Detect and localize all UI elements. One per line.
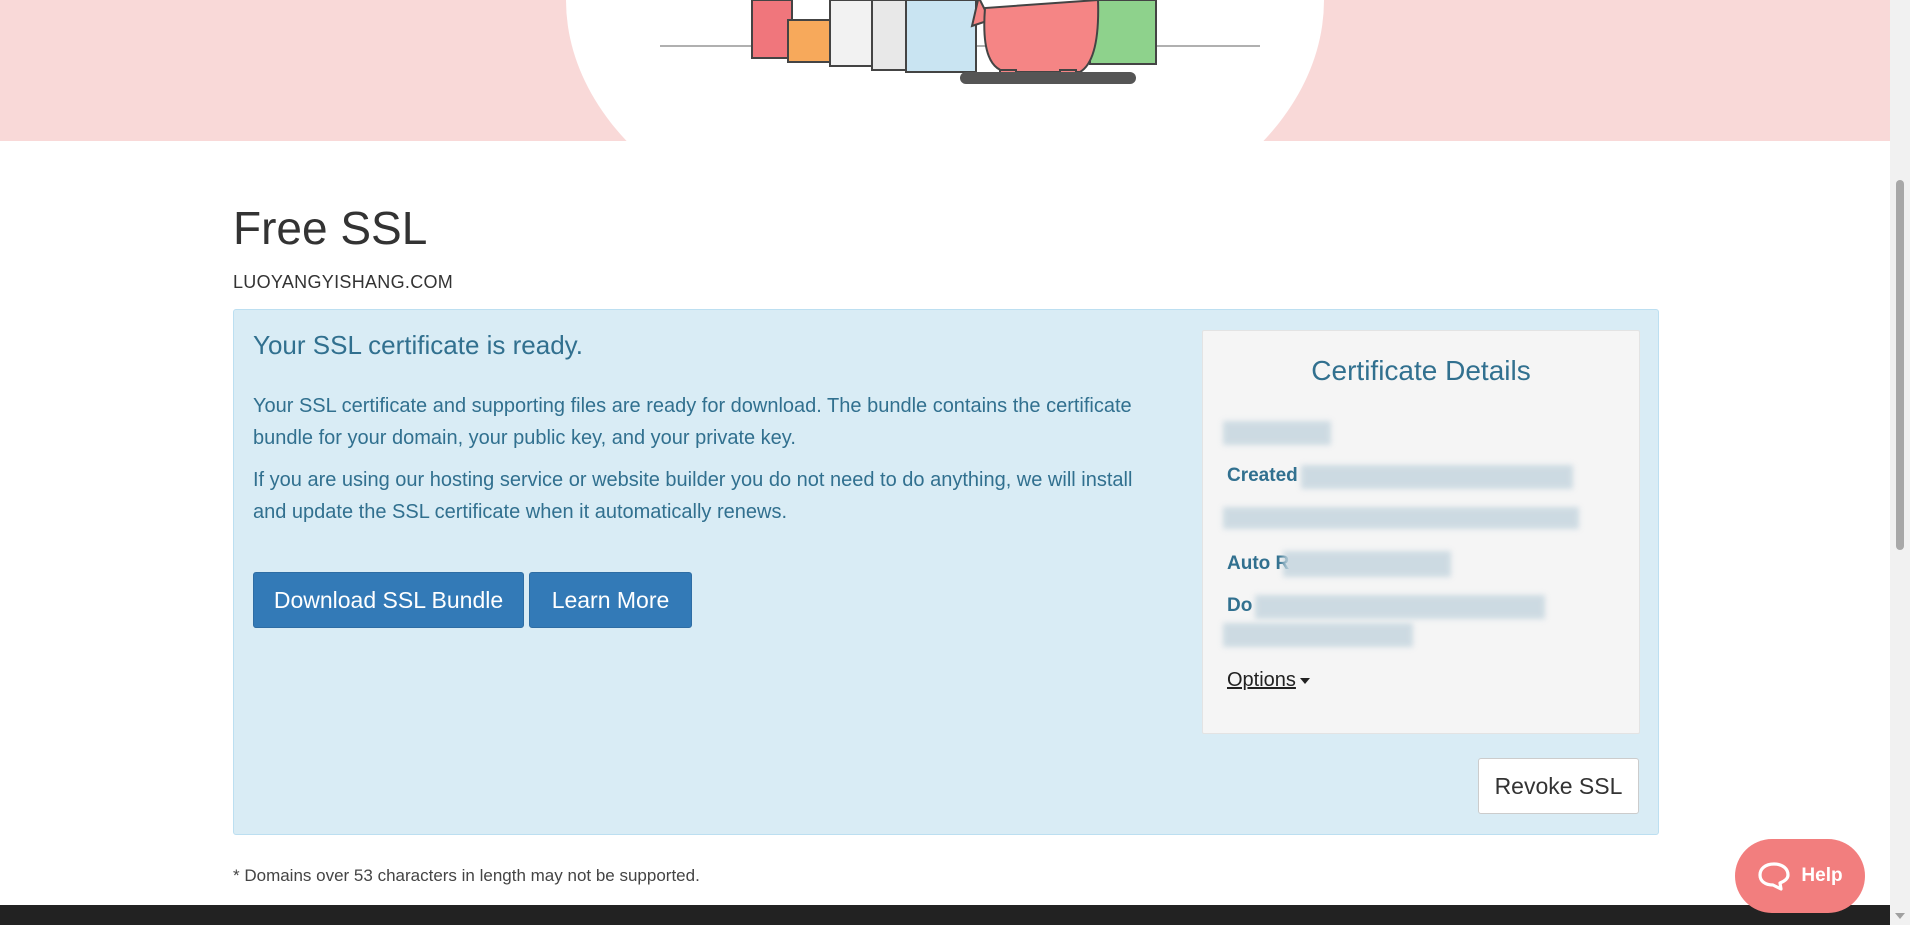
page-title: Free SSL	[233, 202, 428, 254]
options-label: Options	[1227, 669, 1296, 691]
redacted-value	[1283, 551, 1451, 577]
revoke-ssl-button[interactable]: Revoke SSL	[1478, 758, 1639, 814]
options-dropdown[interactable]: Options	[1227, 669, 1310, 692]
page-scrollbar[interactable]	[1890, 0, 1910, 925]
detail-label: Do	[1227, 595, 1253, 616]
redacted-value	[1301, 465, 1573, 489]
auto-renew-label: Auto R	[1227, 553, 1290, 574]
footer-bar	[0, 905, 1890, 925]
created-label: Created	[1227, 465, 1298, 486]
scroll-thumb[interactable]	[1896, 180, 1904, 550]
redacted-value	[1255, 595, 1545, 619]
shopping-illustration	[660, 0, 1260, 84]
bundle-description: Your SSL certificate and supporting file…	[253, 395, 1132, 449]
domain-name: LUOYANGYISHANG.COM	[233, 272, 454, 292]
redacted-value	[1223, 421, 1331, 445]
hero-banner	[0, 0, 1890, 141]
domain-length-footnote: * Domains over 53 characters in length m…	[233, 866, 700, 885]
help-label: Help	[1801, 865, 1843, 886]
help-button[interactable]: Help	[1735, 839, 1865, 913]
download-ssl-bundle-button[interactable]: Download SSL Bundle	[253, 572, 524, 628]
redacted-value	[1223, 623, 1413, 647]
ready-heading: Your SSL certificate is ready.	[253, 330, 583, 360]
redacted-value	[1223, 507, 1579, 529]
hosting-note: If you are using our hosting service or …	[253, 469, 1133, 523]
scroll-down-arrow-icon[interactable]	[1895, 913, 1905, 919]
ssl-ready-panel: Your SSL certificate is ready. Your SSL …	[233, 309, 1659, 835]
caret-down-icon	[1299, 677, 1310, 684]
learn-more-button[interactable]: Learn More	[529, 572, 692, 628]
chat-bubble-icon	[1758, 862, 1791, 891]
certificate-details-card: Certificate Details Created Auto R Do Op…	[1202, 330, 1640, 734]
certificate-details-title: Certificate Details	[1311, 355, 1531, 386]
